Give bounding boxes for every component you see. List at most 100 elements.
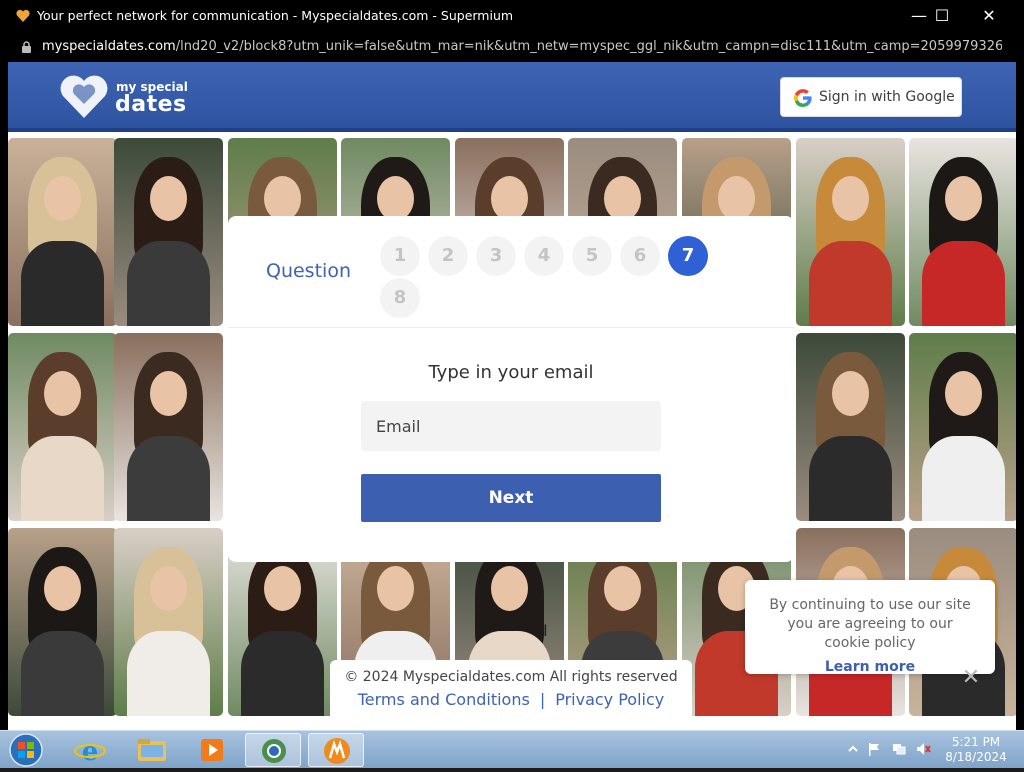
photo-body-shape	[127, 631, 210, 716]
taskbar-ie[interactable]: e	[62, 733, 118, 767]
photo-face-shape	[944, 370, 983, 416]
photo-face-shape	[43, 370, 82, 416]
learn-more-link[interactable]: Learn more	[745, 659, 995, 675]
window-title: Your perfect network for communication -…	[37, 8, 514, 23]
footer-links: Terms and Conditions | Privacy Policy	[330, 690, 692, 709]
photo-face-shape	[717, 175, 756, 221]
email-prompt: Type in your email	[428, 362, 594, 383]
privacy-link[interactable]: Privacy Policy	[555, 690, 664, 709]
photo-face-shape	[603, 565, 642, 611]
question-step-3: 3	[476, 236, 516, 276]
title-bar: Your perfect network for communication -…	[0, 0, 1024, 32]
text-cursor-icon: I	[543, 621, 548, 640]
photo-face-shape	[376, 565, 415, 611]
question-label: Question	[266, 260, 351, 282]
flag-icon[interactable]	[866, 741, 882, 757]
profile-photo	[909, 138, 1016, 326]
photo-body-shape	[922, 436, 1005, 521]
question-step-8: 8	[380, 278, 420, 318]
photo-body-shape	[809, 241, 892, 326]
site-logo[interactable]: my special dates	[58, 74, 198, 122]
cookie-banner: By continuing to use our site you are ag…	[745, 580, 995, 689]
profile-photo	[909, 333, 1016, 521]
web-page: my special dates Sign in with Google Que…	[8, 62, 1016, 730]
folder-icon	[138, 739, 166, 761]
email-input[interactable]	[361, 401, 661, 451]
system-clock[interactable]: 5:21 PM 8/18/2024	[936, 735, 1016, 765]
photo-face-shape	[831, 175, 870, 221]
browser-window: Your perfect network for communication -…	[0, 0, 1024, 730]
photo-face-shape	[831, 370, 870, 416]
footer-separator: |	[539, 690, 546, 709]
photo-face-shape	[43, 175, 82, 221]
google-icon	[794, 89, 812, 107]
profile-photo	[796, 333, 905, 521]
next-button[interactable]: Next	[361, 474, 661, 522]
profile-photo	[8, 333, 117, 521]
question-header: Question 1234567 8	[228, 216, 794, 328]
photo-face-shape	[263, 175, 302, 221]
url-host: myspecialdates.com	[42, 39, 176, 54]
photo-body-shape	[21, 241, 104, 326]
photo-body-shape	[127, 436, 210, 521]
media-player-icon	[201, 739, 223, 761]
google-signin-label: Sign in with Google	[819, 89, 955, 105]
photo-body-shape	[809, 436, 892, 521]
question-step-5: 5	[572, 236, 612, 276]
photo-face-shape	[43, 565, 82, 611]
photo-face-shape	[490, 175, 529, 221]
taskbar-app[interactable]	[308, 733, 364, 767]
photo-face-shape	[149, 370, 188, 416]
url-text[interactable]: myspecialdates.com/lnd20_v2/block8?utm_u…	[42, 39, 1002, 54]
question-step-1: 1	[380, 236, 420, 276]
taskbar-browser-app[interactable]	[245, 733, 301, 767]
internet-explorer-icon: e	[74, 737, 106, 767]
photo-body-shape	[21, 631, 104, 716]
browser-app-icon	[262, 739, 286, 763]
network-icon[interactable]	[891, 741, 907, 757]
google-signin-button[interactable]: Sign in with Google	[780, 77, 962, 117]
photo-face-shape	[263, 565, 302, 611]
maximize-button[interactable]: ☐	[919, 0, 965, 32]
profile-photo	[114, 333, 223, 521]
volume-muted-icon[interactable]	[915, 741, 931, 757]
orange-app-icon	[324, 738, 350, 764]
cookie-message: By continuing to use our site you are ag…	[769, 597, 971, 651]
url-path: /lnd20_v2/block8?utm_unik=false&utm_mar=…	[175, 39, 1002, 54]
profile-photo	[8, 528, 117, 716]
photo-body-shape	[241, 631, 324, 716]
photo-body-shape	[922, 241, 1005, 326]
profile-photo	[796, 138, 905, 326]
clock-time: 5:21 PM	[951, 735, 1001, 749]
taskbar-explorer[interactable]	[124, 733, 180, 767]
question-step-7: 7	[668, 236, 708, 276]
quiz-card: Question 1234567 8 Type in your email Nex…	[228, 216, 794, 562]
question-step-2: 2	[428, 236, 468, 276]
profile-photo	[114, 138, 223, 326]
photo-face-shape	[149, 565, 188, 611]
logo-text-big: dates	[115, 92, 187, 117]
photo-body-shape	[21, 436, 104, 521]
windows-start-icon[interactable]	[6, 732, 46, 768]
site-footer: © 2024 Myspecialdates.com All rights res…	[330, 660, 692, 730]
site-header: my special dates Sign in with Google	[8, 62, 1016, 132]
address-bar[interactable]: myspecialdates.com/lnd20_v2/block8?utm_u…	[0, 32, 1024, 62]
tray-expand-icon[interactable]	[845, 741, 861, 757]
lock-icon	[22, 41, 31, 53]
heart-logo-icon	[60, 75, 108, 118]
taskbar-media-player[interactable]	[184, 733, 240, 767]
photo-face-shape	[490, 565, 529, 611]
question-step-4: 4	[524, 236, 564, 276]
close-window-button[interactable]: ✕	[966, 0, 1012, 32]
windows-taskbar: e 5:21 PM 8/18/2024	[0, 730, 1024, 768]
photo-body-shape	[127, 241, 210, 326]
profile-photo	[114, 528, 223, 716]
copyright-text: © 2024 Myspecialdates.com All rights res…	[344, 669, 678, 685]
terms-link[interactable]: Terms and Conditions	[358, 690, 530, 709]
clock-date: 8/18/2024	[945, 750, 1007, 764]
heart-favicon-icon	[16, 9, 30, 22]
svg-text:e: e	[82, 737, 99, 767]
profile-photo	[8, 138, 117, 326]
photo-face-shape	[149, 175, 188, 221]
cookie-close-icon[interactable]: ✕	[961, 667, 981, 689]
